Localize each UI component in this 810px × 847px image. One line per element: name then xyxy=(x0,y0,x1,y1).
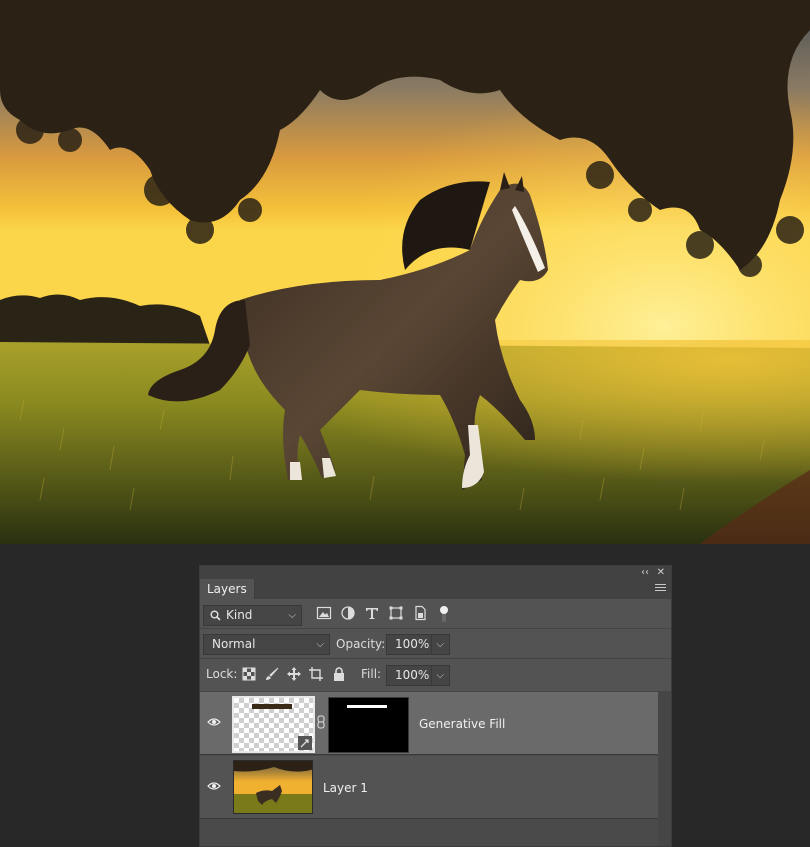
pixel-layer-filter-icon[interactable] xyxy=(316,605,332,621)
lock-row: Lock: Fill: 100% ⌵ xyxy=(200,659,671,692)
double-chevron-left-icon[interactable]: ‹‹ xyxy=(641,566,649,579)
generated-strip xyxy=(252,704,292,709)
layer-row-generative-fill[interactable]: Generative Fill xyxy=(200,692,658,755)
panel-tab-row: Layers xyxy=(200,579,671,599)
tab-layers[interactable]: Layers xyxy=(200,579,255,599)
lock-transparent-pixels-icon[interactable] xyxy=(242,667,256,681)
shape-layer-filter-icon[interactable] xyxy=(388,605,404,621)
lock-position-icon[interactable] xyxy=(286,666,302,682)
layer-thumbnail[interactable] xyxy=(232,696,315,753)
chevron-down-icon: ⌵ xyxy=(316,639,324,650)
fill-label: Fill: xyxy=(361,667,382,681)
layers-scrollbar[interactable] xyxy=(658,692,671,846)
fill-input[interactable]: 100% ⌵ xyxy=(386,665,450,686)
layers-panel: ‹‹ ✕ Layers Kind ⌵ Normal ⌵ Opacity: 100… xyxy=(199,565,672,847)
fill-value: 100% xyxy=(395,668,430,682)
chain-link-icon[interactable] xyxy=(317,715,325,729)
type-layer-filter-icon[interactable] xyxy=(364,605,380,621)
layer-row-layer-1[interactable]: Layer 1 xyxy=(200,756,658,819)
opacity-value: 100% xyxy=(395,637,430,651)
close-icon[interactable]: ✕ xyxy=(657,566,665,579)
layer-name[interactable]: Layer 1 xyxy=(323,780,368,796)
lock-image-pixels-icon[interactable] xyxy=(264,666,280,682)
eye-icon[interactable] xyxy=(207,781,221,791)
mask-white-area xyxy=(347,705,387,708)
lock-all-icon[interactable] xyxy=(331,666,347,682)
search-icon xyxy=(210,610,221,621)
blend-row: Normal ⌵ Opacity: 100% ⌵ xyxy=(200,629,671,659)
smart-object-filter-icon[interactable] xyxy=(412,605,428,621)
lock-label: Lock: xyxy=(206,667,238,681)
smart-object-badge-icon xyxy=(298,736,312,750)
chevron-down-icon[interactable]: ⌵ xyxy=(431,666,444,685)
canvas-image xyxy=(0,0,810,544)
filter-row: Kind ⌵ xyxy=(200,599,671,629)
layer-name[interactable]: Generative Fill xyxy=(419,716,505,732)
filter-kind-label: Kind xyxy=(226,608,253,622)
layer-mask-thumbnail[interactable] xyxy=(328,697,409,753)
hamburger-menu-icon[interactable] xyxy=(655,584,666,592)
chevron-down-icon[interactable]: ⌵ xyxy=(431,635,444,654)
filter-kind-dropdown[interactable]: Kind ⌵ xyxy=(203,605,302,626)
lock-artboard-icon[interactable] xyxy=(308,666,324,682)
blend-mode-dropdown[interactable]: Normal ⌵ xyxy=(203,634,330,655)
layers-list: Generative Fill Layer 1 xyxy=(200,692,658,846)
opacity-input[interactable]: 100% ⌵ xyxy=(386,634,450,655)
filter-toggle-icon[interactable] xyxy=(438,604,450,624)
blend-mode-value: Normal xyxy=(212,637,256,651)
opacity-label: Opacity: xyxy=(336,637,386,651)
layer-thumbnail[interactable] xyxy=(233,760,313,814)
eye-icon[interactable] xyxy=(207,717,221,727)
adjustment-layer-filter-icon[interactable] xyxy=(340,605,356,621)
panel-title-bar[interactable]: ‹‹ ✕ xyxy=(200,566,671,579)
chevron-down-icon: ⌵ xyxy=(288,610,296,621)
